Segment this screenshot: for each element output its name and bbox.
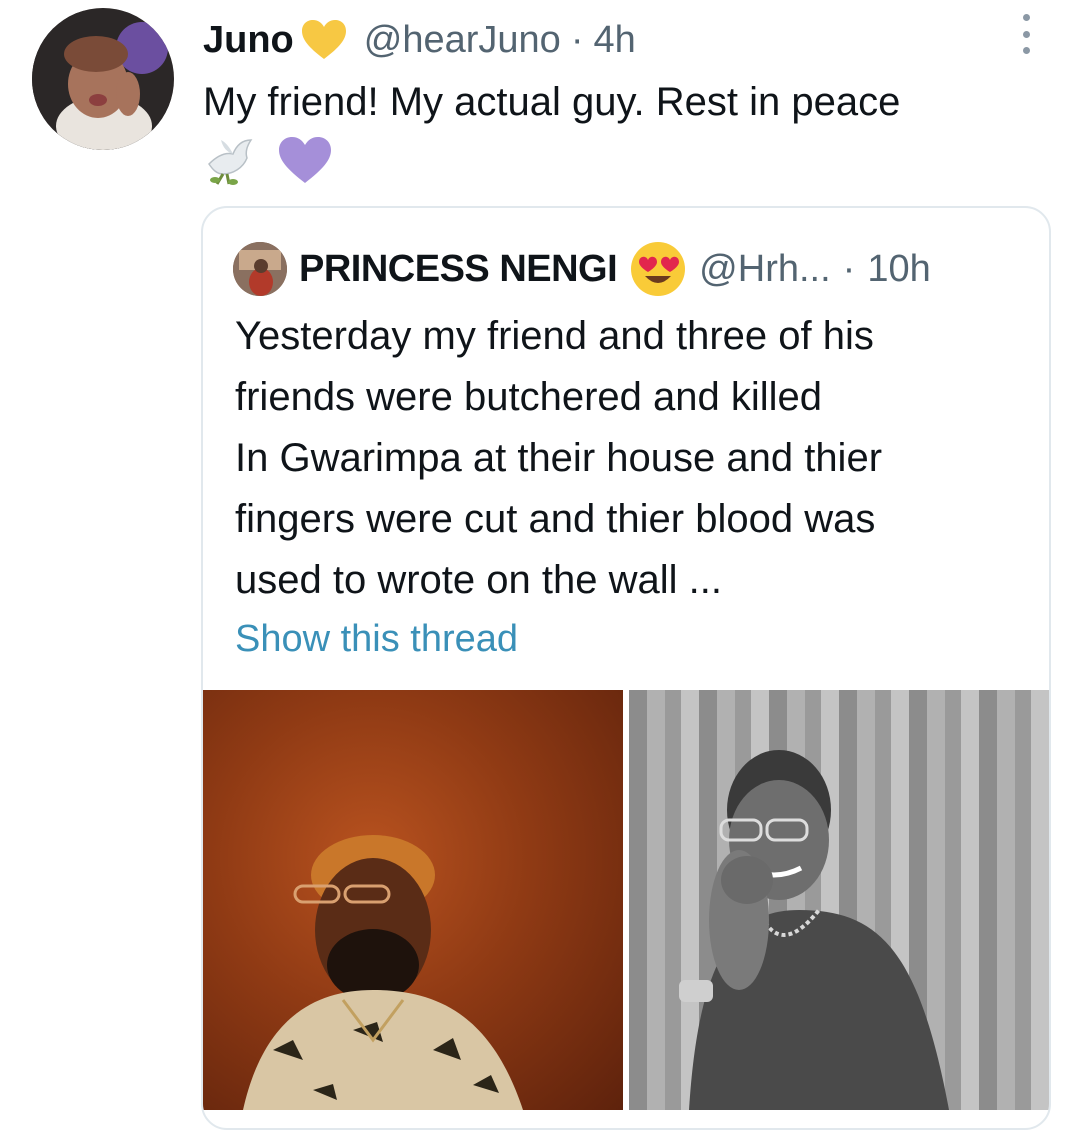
time-separator: · <box>570 18 584 61</box>
quoted-tweet-text: Yesterday my friend and three of his fri… <box>235 314 883 602</box>
heart-eyes-emoji-icon <box>631 242 686 296</box>
quoted-tweet-media <box>203 690 1049 1110</box>
photo-man-orange-background[interactable] <box>203 690 623 1110</box>
tweet-emoji-row <box>203 132 333 188</box>
photo-man-black-white[interactable] <box>629 690 1049 1110</box>
quoted-author-avatar[interactable] <box>233 242 287 296</box>
author-handle[interactable]: @hearJuno <box>364 19 561 62</box>
quoted-author-handle[interactable]: @Hrh... <box>699 248 830 291</box>
quoted-time-separator: · <box>842 247 856 290</box>
tweet-text: My friend! My actual guy. Rest in peace <box>203 80 901 124</box>
purple-heart-icon <box>279 137 331 183</box>
yellow-heart-icon <box>301 20 346 59</box>
tweet-time[interactable]: 4h <box>593 19 635 62</box>
dove-icon <box>208 139 253 185</box>
more-vertical-icon[interactable] <box>1018 14 1034 54</box>
quoted-tweet-time[interactable]: 10h <box>867 248 930 291</box>
quoted-tweet-card[interactable]: PRINCESS NENGI @Hrh... · 10h Yesterday m… <box>201 206 1051 1130</box>
tweet-header: Juno @hearJuno · 4h <box>203 16 636 64</box>
author-avatar[interactable] <box>32 8 174 150</box>
quoted-tweet-header: PRINCESS NENGI @Hrh... · 10h <box>233 240 931 298</box>
quoted-author-name[interactable]: PRINCESS NENGI <box>299 248 618 291</box>
show-thread-link[interactable]: Show this thread <box>235 618 518 661</box>
author-name[interactable]: Juno <box>203 19 294 62</box>
